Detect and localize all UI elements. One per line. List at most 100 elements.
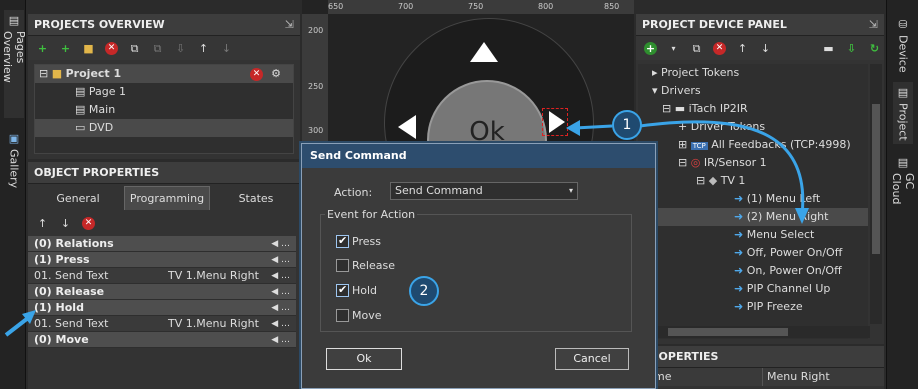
- collapse-icon[interactable]: ⊟: [678, 156, 687, 169]
- tab-programming-label: Programming: [129, 192, 205, 205]
- tree-item-main[interactable]: ▤ Main: [35, 101, 293, 119]
- tree-item-command[interactable]: ➜ On, Power On/Off: [638, 262, 868, 280]
- action-row[interactable]: 01. Send Text TV 1.Menu Right ◀ …: [28, 316, 296, 332]
- tree-item-command[interactable]: ➜ PIP Channel Up: [638, 280, 868, 298]
- event-section[interactable]: (0) Relations ◀ …: [28, 236, 296, 252]
- tab-programming[interactable]: Programming: [124, 186, 210, 210]
- move-checkbox[interactable]: [336, 309, 349, 322]
- tree-item-command[interactable]: ➜ Menu Select: [638, 226, 868, 244]
- tree-item-label: Driver Tokens: [690, 120, 766, 133]
- move-down-icon[interactable]: ↓: [59, 217, 72, 230]
- ok-button[interactable]: Ok: [326, 348, 402, 370]
- action-select[interactable]: Send Command ▾: [390, 182, 578, 200]
- import-icon[interactable]: ⇩: [174, 42, 187, 55]
- dpad-left-button[interactable]: [398, 115, 416, 139]
- tree-item-itach[interactable]: ⊟ ▬ iTach IP2IR: [638, 100, 868, 118]
- tree-item-ir-sensor[interactable]: ⊟ ◎ IR/Sensor 1: [638, 154, 868, 172]
- add-project-icon[interactable]: +: [36, 42, 49, 55]
- tab-device[interactable]: ⛁ Device: [893, 14, 913, 76]
- section-arrow-icon[interactable]: ◀ …: [271, 252, 290, 268]
- tree-item-project[interactable]: ⊟ ■ Project 1 ✕ ⚙: [35, 65, 293, 83]
- collapse-icon[interactable]: ⊟: [39, 67, 48, 80]
- programming-toolbar: ↑ ↓ ✕: [28, 210, 300, 236]
- dropdown-icon[interactable]: ▾: [667, 42, 680, 55]
- tree-item-drivers[interactable]: ▾ Drivers: [638, 82, 868, 100]
- action-row[interactable]: 01. Send Text TV 1.Menu Right ◀ …: [28, 268, 296, 284]
- collapse-icon[interactable]: ⊟: [696, 174, 705, 187]
- delete-icon[interactable]: ✕: [82, 216, 95, 230]
- tab-gallery-label: Gallery: [7, 149, 21, 189]
- projects-toolbar: + + ■ ✕ ⧉ ⧉ ⇩ ↑ ↓: [28, 36, 300, 60]
- section-arrow-icon[interactable]: ◀ …: [271, 300, 290, 316]
- move-down-icon[interactable]: ↓: [220, 42, 233, 55]
- vertical-scrollbar[interactable]: [870, 64, 882, 324]
- section-arrow-icon[interactable]: ◀ …: [271, 284, 290, 300]
- close-project-icon[interactable]: ✕: [250, 68, 263, 81]
- expand-icon[interactable]: +: [678, 120, 687, 133]
- tree-item-command[interactable]: ➜ PIP Freeze: [638, 298, 868, 316]
- move-up-icon[interactable]: ↑: [36, 217, 49, 230]
- tree-item-command[interactable]: ➜ (1) Menu Left: [638, 190, 868, 208]
- expand-icon[interactable]: ▸: [652, 66, 658, 79]
- tree-item-project-tokens[interactable]: ▸ Project Tokens: [638, 64, 868, 82]
- event-section[interactable]: (1) Press ◀ …: [28, 252, 296, 268]
- download-icon[interactable]: ⇩: [845, 42, 858, 55]
- move-up-icon[interactable]: ↑: [197, 42, 210, 55]
- tree-item-dvd[interactable]: ▭ DVD: [35, 119, 293, 137]
- remote-icon[interactable]: ▬: [822, 42, 835, 55]
- object-properties-panel: OBJECT PROPERTIES General Programming St…: [28, 162, 300, 389]
- section-arrow-icon[interactable]: ◀ …: [271, 332, 290, 348]
- document-icon: ▤: [896, 156, 910, 169]
- row-arrow-icon[interactable]: ◀ …: [271, 316, 290, 332]
- delete-icon[interactable]: ✕: [713, 41, 726, 55]
- scroll-thumb[interactable]: [668, 328, 788, 336]
- tree-item-label: (1) Menu Left: [746, 192, 821, 205]
- copy-icon[interactable]: ⧉: [690, 42, 703, 55]
- add-icon[interactable]: +: [644, 41, 657, 55]
- tree-item-tv[interactable]: ⊟ ◆ TV 1: [638, 172, 868, 190]
- paste-icon[interactable]: ⧉: [151, 42, 164, 55]
- copy-icon[interactable]: ⧉: [128, 42, 141, 55]
- command-arrow-icon: ➜: [734, 264, 744, 277]
- dpad-up-button[interactable]: [470, 42, 498, 62]
- move-up-icon[interactable]: ↑: [736, 42, 749, 55]
- properties-row: me Menu Right: [636, 368, 884, 386]
- add-folder-icon[interactable]: ■: [82, 42, 95, 55]
- add-page-icon[interactable]: +: [59, 42, 72, 55]
- tree-item-label: Off, Power On/Off: [746, 246, 843, 259]
- settings-icon[interactable]: ⚙: [271, 65, 281, 83]
- tree-item-command[interactable]: ➜ Off, Power On/Off: [638, 244, 868, 262]
- press-checkbox[interactable]: [336, 234, 349, 248]
- tab-states[interactable]: States: [212, 188, 300, 210]
- section-arrow-icon[interactable]: ◀ …: [271, 236, 290, 252]
- event-section[interactable]: (0) Release ◀ …: [28, 284, 296, 300]
- pin-icon[interactable]: ⇲: [869, 14, 878, 36]
- tab-pages-overview[interactable]: ▤ Pages Overview: [1, 10, 27, 118]
- event-section[interactable]: (0) Move ◀ …: [28, 332, 296, 348]
- scroll-thumb[interactable]: [872, 104, 880, 254]
- event-section[interactable]: (1) Hold ◀ …: [28, 300, 296, 316]
- tree-item-command[interactable]: ➜ (2) Menu Right: [638, 208, 868, 226]
- tab-gc-cloud[interactable]: ▤ GC Cloud: [890, 152, 916, 228]
- tree-item-label: TV 1: [720, 174, 746, 187]
- pin-icon[interactable]: ⇲: [285, 14, 294, 36]
- collapse-icon[interactable]: ▾: [652, 84, 658, 97]
- collapse-icon[interactable]: ⊟: [662, 102, 671, 115]
- tree-item-driver-tokens[interactable]: + Driver Tokens: [638, 118, 868, 136]
- row-arrow-icon[interactable]: ◀ …: [271, 268, 290, 284]
- tree-item-all-feedbacks[interactable]: ⊞ TCP All Feedbacks (TCP:4998): [638, 136, 868, 154]
- horizontal-scrollbar[interactable]: [638, 326, 870, 338]
- hold-checkbox[interactable]: [336, 283, 349, 297]
- tcp-icon: TCP: [690, 142, 708, 150]
- refresh-icon[interactable]: ↻: [868, 42, 881, 55]
- delete-icon[interactable]: ✕: [105, 41, 118, 55]
- expand-icon[interactable]: ⊞: [678, 138, 687, 151]
- tab-gallery[interactable]: ▣ Gallery: [4, 128, 24, 188]
- cancel-button[interactable]: Cancel: [555, 348, 629, 370]
- release-checkbox[interactable]: [336, 259, 349, 272]
- move-down-icon[interactable]: ↓: [759, 42, 772, 55]
- tab-project[interactable]: ▤ Project: [893, 82, 913, 144]
- tab-general[interactable]: General: [34, 188, 122, 210]
- dpad-right-button[interactable]: [542, 108, 568, 136]
- tree-item-page[interactable]: ▤ Page 1: [35, 83, 293, 101]
